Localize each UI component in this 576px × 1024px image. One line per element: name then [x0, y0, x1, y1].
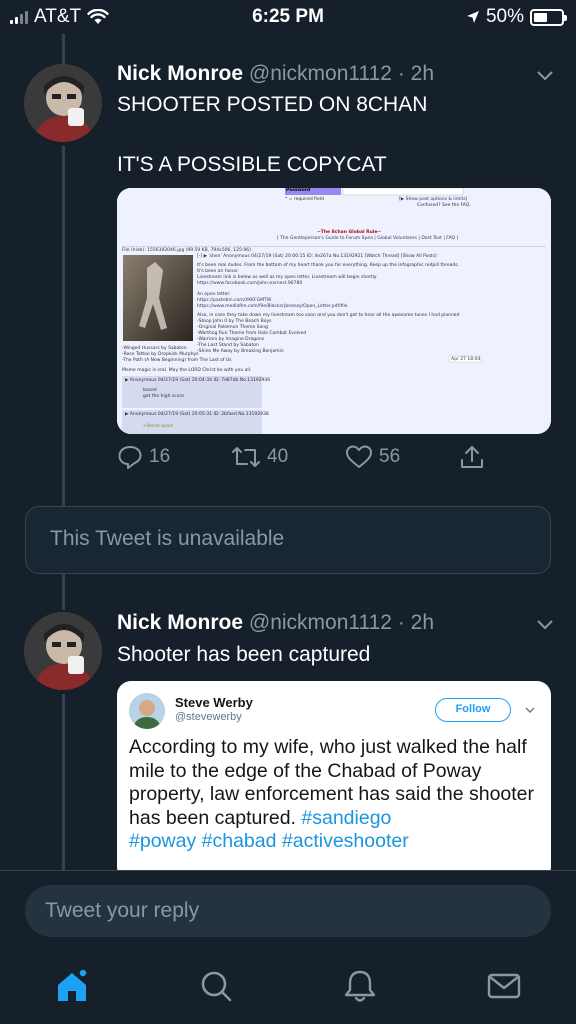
- thread-connector: [62, 694, 65, 870]
- home-icon: [58, 968, 88, 1001]
- tab-search[interactable]: [198, 968, 234, 1004]
- bottom-tab-bar: [0, 950, 576, 1024]
- thread-connector: [62, 34, 65, 64]
- tab-notifications[interactable]: [342, 968, 378, 1004]
- like-count: 56: [379, 446, 401, 467]
- retweet-action[interactable]: 40: [231, 444, 288, 470]
- tweet-text: Shooter has been captured: [117, 643, 371, 666]
- chevron-down-icon: [525, 707, 535, 713]
- tweet-header: Nick Monroe @nickmon1112 · 2h: [117, 611, 434, 635]
- author-handle-time: @nickmon1112 · 2h: [248, 611, 435, 634]
- reply-placeholder: Tweet your reply: [45, 899, 200, 922]
- battery-percent: 50%: [485, 6, 524, 27]
- unavailable-tweet-notice: This Tweet is unavailable: [25, 506, 551, 574]
- battery-icon: [530, 8, 567, 26]
- notifications-icon: [344, 970, 376, 1002]
- like-action[interactable]: 56: [345, 444, 400, 470]
- share-icon: [461, 446, 483, 468]
- location-arrow-icon: [466, 11, 479, 23]
- status-bar: AT&T 6:25 PM 50%: [0, 0, 576, 34]
- tweet-header: Nick Monroe @nickmon1112 · 2h: [117, 62, 434, 86]
- follow-button: Follow: [435, 698, 511, 722]
- chevron-down-icon[interactable]: [536, 66, 554, 84]
- author-name[interactable]: Nick Monroe: [117, 611, 243, 634]
- search-icon: [201, 971, 232, 1002]
- reply-input[interactable]: Tweet your reply: [25, 885, 551, 937]
- reply-bar: Tweet your reply: [0, 870, 576, 950]
- retweet-icon: [232, 447, 260, 467]
- avatar[interactable]: [24, 64, 102, 142]
- tab-home[interactable]: [54, 968, 90, 1004]
- quote-author-name: Steve Werby: [175, 695, 253, 710]
- quote-text: According to my wife, who just walked th…: [129, 736, 541, 854]
- tweet-actions: 16 40 56: [117, 444, 487, 474]
- quote-author-handle: @stevewerby: [175, 711, 242, 723]
- reply-action[interactable]: 16: [117, 444, 170, 470]
- reply-count: 16: [149, 446, 171, 467]
- reply-icon: [118, 446, 142, 469]
- author-handle-time: @nickmon1112 · 2h: [248, 62, 435, 85]
- avatar[interactable]: [24, 612, 102, 690]
- hashtag: #activeshooter: [281, 830, 409, 852]
- hashtag: #sandiego: [301, 806, 392, 829]
- tab-messages[interactable]: [486, 968, 522, 1004]
- hashtag: #poway: [129, 830, 197, 852]
- heart-icon: [346, 445, 372, 468]
- share-action[interactable]: [459, 444, 485, 470]
- quoted-tweet-image[interactable]: Steve Werby @stevewerby Follow According…: [117, 681, 551, 881]
- battery-fill: [534, 12, 547, 22]
- tweet-media-image[interactable]: Password * = required field [▶ Show post…: [117, 188, 551, 434]
- unavailable-text: This Tweet is unavailable: [50, 527, 285, 550]
- thread-connector: [62, 574, 65, 610]
- messages-icon: [487, 973, 521, 999]
- retweet-count: 40: [267, 446, 289, 467]
- thread-connector: [62, 146, 65, 506]
- author-name[interactable]: Nick Monroe: [117, 62, 243, 85]
- tweet-text: SHOOTER POSTED ON 8CHAN IT'S A POSSIBLE …: [117, 93, 428, 176]
- quote-avatar: [129, 693, 165, 729]
- hashtag: #chabad: [201, 830, 277, 852]
- chevron-down-icon[interactable]: [536, 615, 554, 633]
